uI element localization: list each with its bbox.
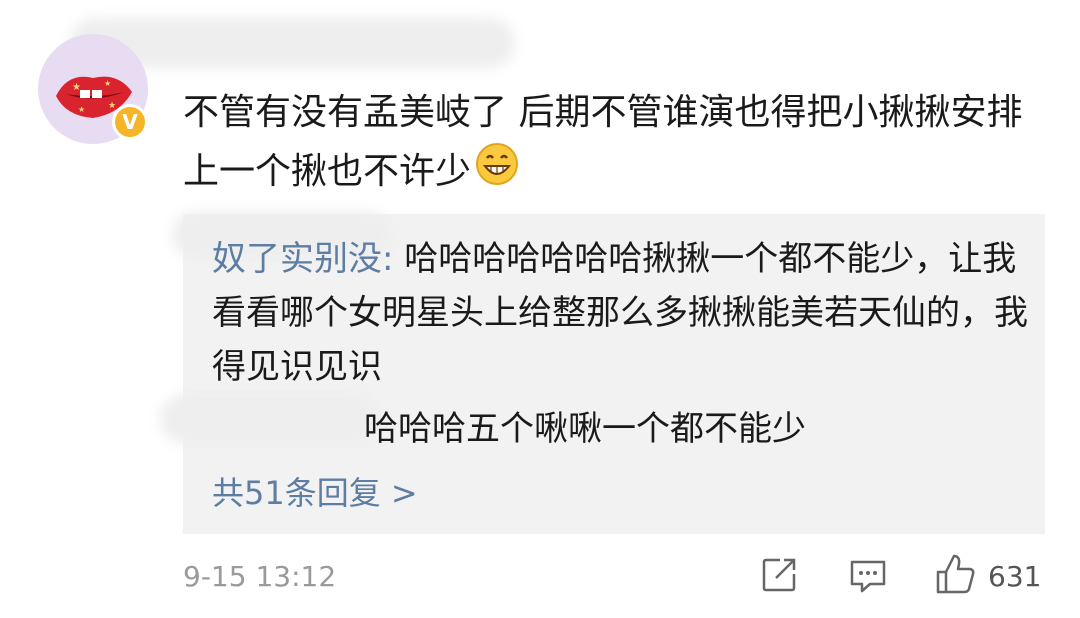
share-button[interactable]: [760, 556, 798, 598]
blurred-reply-username-2: [160, 394, 380, 444]
more-replies-link[interactable]: 共51条回复 >: [212, 468, 418, 514]
comment-button[interactable]: [848, 556, 888, 600]
share-icon: [762, 558, 796, 592]
reply-item[interactable]: 哈哈哈五个啾啾一个都不能少: [364, 402, 1044, 456]
comment-timestamp: 9-15 13:12: [183, 560, 337, 593]
svg-text:★: ★: [72, 82, 81, 93]
comment-text: 不管有没有孟美岐了 后期不管谁演也得把小揪揪安排上一个揪也不许少: [183, 84, 1043, 204]
verified-v-badge-icon: V: [112, 104, 148, 140]
reply-item[interactable]: 奴了实别没: 哈哈哈哈哈哈哈揪揪一个都不能少，让我看看哪个女明星头上给整那么多揪…: [212, 232, 1032, 394]
reply-colon: :: [382, 239, 405, 279]
svg-text:★: ★: [104, 79, 111, 88]
reply-text: 哈哈哈五个啾啾一个都不能少: [364, 409, 806, 449]
comment-body: 不管有没有孟美岐了 后期不管谁演也得把小揪揪安排上一个揪也不许少: [183, 92, 1023, 192]
like-count: 631: [988, 560, 1042, 593]
thumbs-up-icon: [936, 554, 975, 594]
reply-username[interactable]: 奴了实别没: [212, 239, 382, 279]
svg-text:★: ★: [108, 101, 116, 111]
like-button[interactable]: [934, 552, 976, 600]
grin-emoji-icon: [475, 142, 519, 204]
svg-text:★: ★: [78, 105, 85, 114]
comment-icon: [850, 560, 886, 593]
